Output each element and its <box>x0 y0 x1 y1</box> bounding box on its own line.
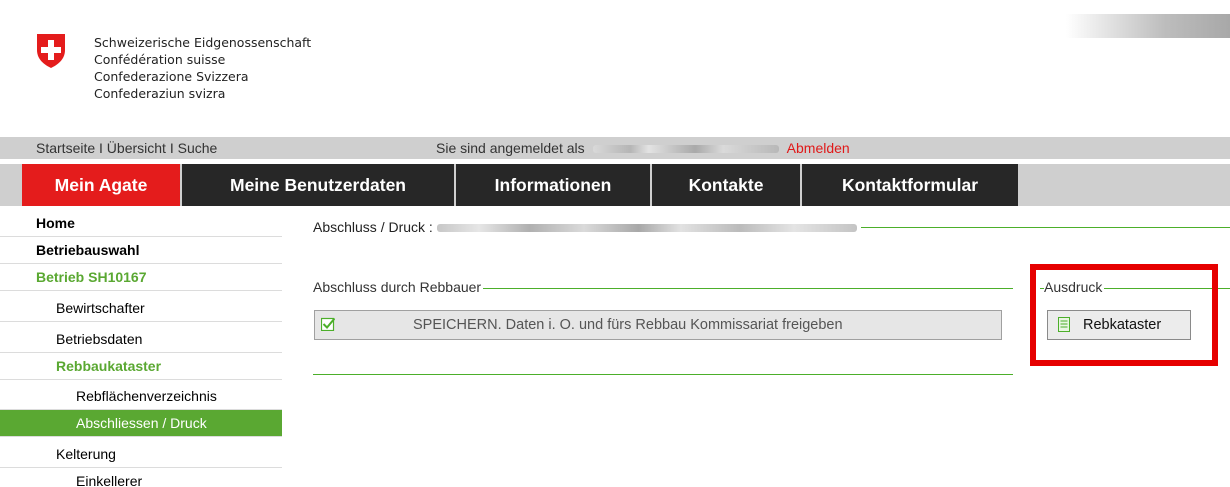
sidebar-item-betrieb[interactable]: Betrieb SH10167 <box>0 264 282 291</box>
confederation-line-rm: Confederaziun svizra <box>94 86 226 101</box>
swiss-cross-logo <box>37 34 65 68</box>
nav-mein-agate[interactable]: Mein Agate <box>22 164 180 206</box>
meta-links-label[interactable]: Startseite I Übersicht I Suche <box>36 140 217 156</box>
logged-in-text: Sie sind angemeldet als <box>436 140 585 156</box>
sidebar-item-einkellerer[interactable]: Einkellerer <box>0 468 282 487</box>
main-navigation: Mein Agate Meine Benutzerdaten Informati… <box>0 164 1230 206</box>
section-bottom-rule <box>313 374 1013 375</box>
print-rebkataster-label: Rebkataster <box>1083 317 1162 333</box>
sidebar-item-home[interactable]: Home <box>0 210 282 237</box>
save-release-button[interactable]: SPEICHERN. Daten i. O. und fürs Rebbau K… <box>314 310 1002 340</box>
nav-kontakte[interactable]: Kontakte <box>652 164 800 206</box>
checkbox-icon <box>321 317 335 331</box>
redacted-farm-name <box>436 224 857 233</box>
logout-link[interactable]: Abmelden <box>787 140 850 156</box>
page-title: Abschluss / Druck : <box>313 219 861 235</box>
login-status: Sie sind angemeldet als Abmelden <box>436 137 850 159</box>
sidebar-item-bewirtschafter[interactable]: Bewirtschafter <box>0 295 282 322</box>
meta-links[interactable]: Startseite I Übersicht I Suche <box>36 137 217 159</box>
sidebar-item-betriebauswahl[interactable]: Betriebauswahl <box>0 237 282 264</box>
page-header: Schweizerische Eidgenossenschaft Confédé… <box>0 0 1230 132</box>
nav-meine-benutzerdaten[interactable]: Meine Benutzerdaten <box>182 164 454 206</box>
document-icon <box>1058 317 1070 332</box>
confederation-line-fr: Confédération suisse <box>94 52 226 67</box>
header-decoration <box>1066 14 1230 38</box>
section-title-rebbauer: Abschluss durch Rebbauer <box>313 279 484 295</box>
meta-bar: Startseite I Übersicht I Suche Sie sind … <box>0 137 1230 159</box>
redacted-username <box>592 145 779 154</box>
confederation-line-it: Confederazione Svizzera <box>94 69 249 84</box>
save-release-label: SPEICHERN. Daten i. O. und fürs Rebbau K… <box>413 317 843 333</box>
sidebar-item-rebbaukataster[interactable]: Rebbaukataster <box>0 353 282 380</box>
sidebar-item-rebflaechenverzeichnis[interactable]: Rebflächenverzeichnis <box>0 383 282 410</box>
confederation-name: Schweizerische Eidgenossenschaft Confédé… <box>94 34 311 102</box>
print-rebkataster-button[interactable]: Rebkataster <box>1047 310 1191 340</box>
nav-informationen[interactable]: Informationen <box>456 164 650 206</box>
sidebar-item-kelterung[interactable]: Kelterung <box>0 441 282 468</box>
sidebar-item-betriebsdaten[interactable]: Betriebsdaten <box>0 326 282 353</box>
page-title-prefix: Abschluss / Druck : <box>313 219 433 235</box>
confederation-line-de: Schweizerische Eidgenossenschaft <box>94 35 312 50</box>
nav-kontaktformular[interactable]: Kontaktformular <box>802 164 1018 206</box>
sidebar-item-abschliessen-druck[interactable]: Abschliessen / Druck <box>0 410 282 437</box>
